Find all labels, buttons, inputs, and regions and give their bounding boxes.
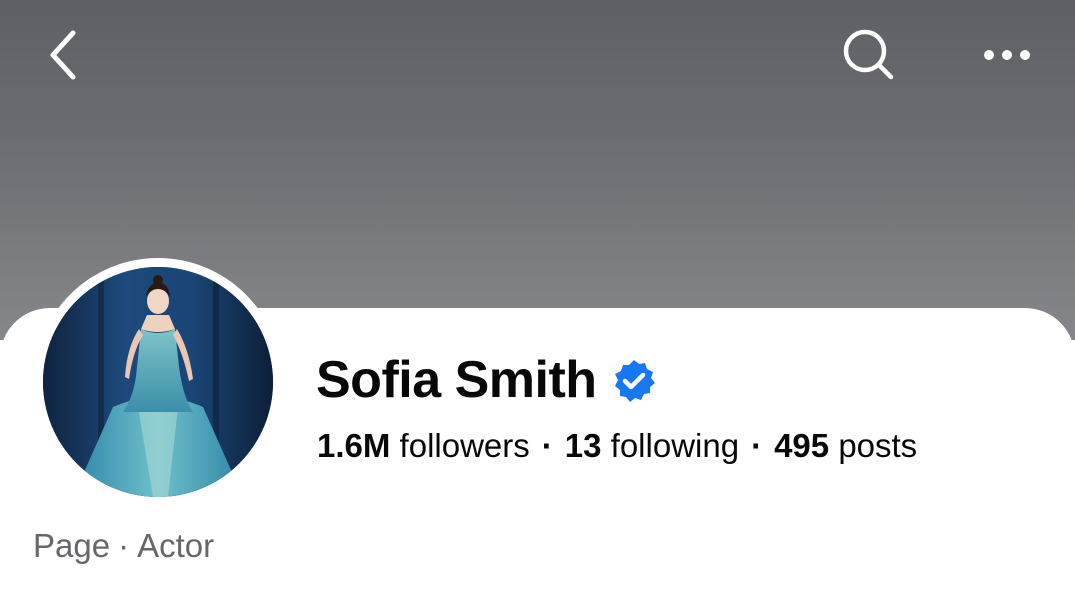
- profile-stats: 1.6M followers · 13 following · 495 posts: [317, 424, 917, 468]
- posts-link[interactable]: 495 posts: [774, 427, 917, 464]
- more-options-button[interactable]: [972, 18, 1046, 92]
- search-icon: [843, 29, 894, 80]
- stats-separator: ·: [751, 427, 763, 464]
- profile-name: Sofia Smith: [316, 351, 597, 409]
- profile-category: Page · Actor: [33, 524, 214, 568]
- back-button[interactable]: [28, 20, 98, 90]
- more-horizontal-icon: [984, 50, 1030, 60]
- profile-photo: [43, 267, 273, 497]
- followers-link[interactable]: 1.6M followers: [317, 427, 530, 464]
- chevron-left-icon: [50, 30, 76, 80]
- followers-count: 1.6M: [317, 427, 391, 464]
- category-type: Page: [33, 527, 111, 564]
- stats-separator: ·: [541, 427, 553, 464]
- following-link[interactable]: 13 following: [565, 427, 739, 464]
- following-count: 13: [564, 427, 602, 464]
- posts-count: 495: [774, 427, 830, 464]
- avatar[interactable]: [43, 267, 273, 497]
- followers-label: followers: [399, 427, 530, 464]
- category-label: Actor: [137, 527, 215, 564]
- profile-name-row: Sofia Smith: [316, 348, 657, 412]
- verified-badge-icon: [611, 358, 657, 404]
- posts-label: posts: [838, 427, 918, 464]
- search-button[interactable]: [832, 18, 906, 92]
- following-label: following: [610, 427, 740, 464]
- category-separator: ·: [118, 527, 130, 564]
